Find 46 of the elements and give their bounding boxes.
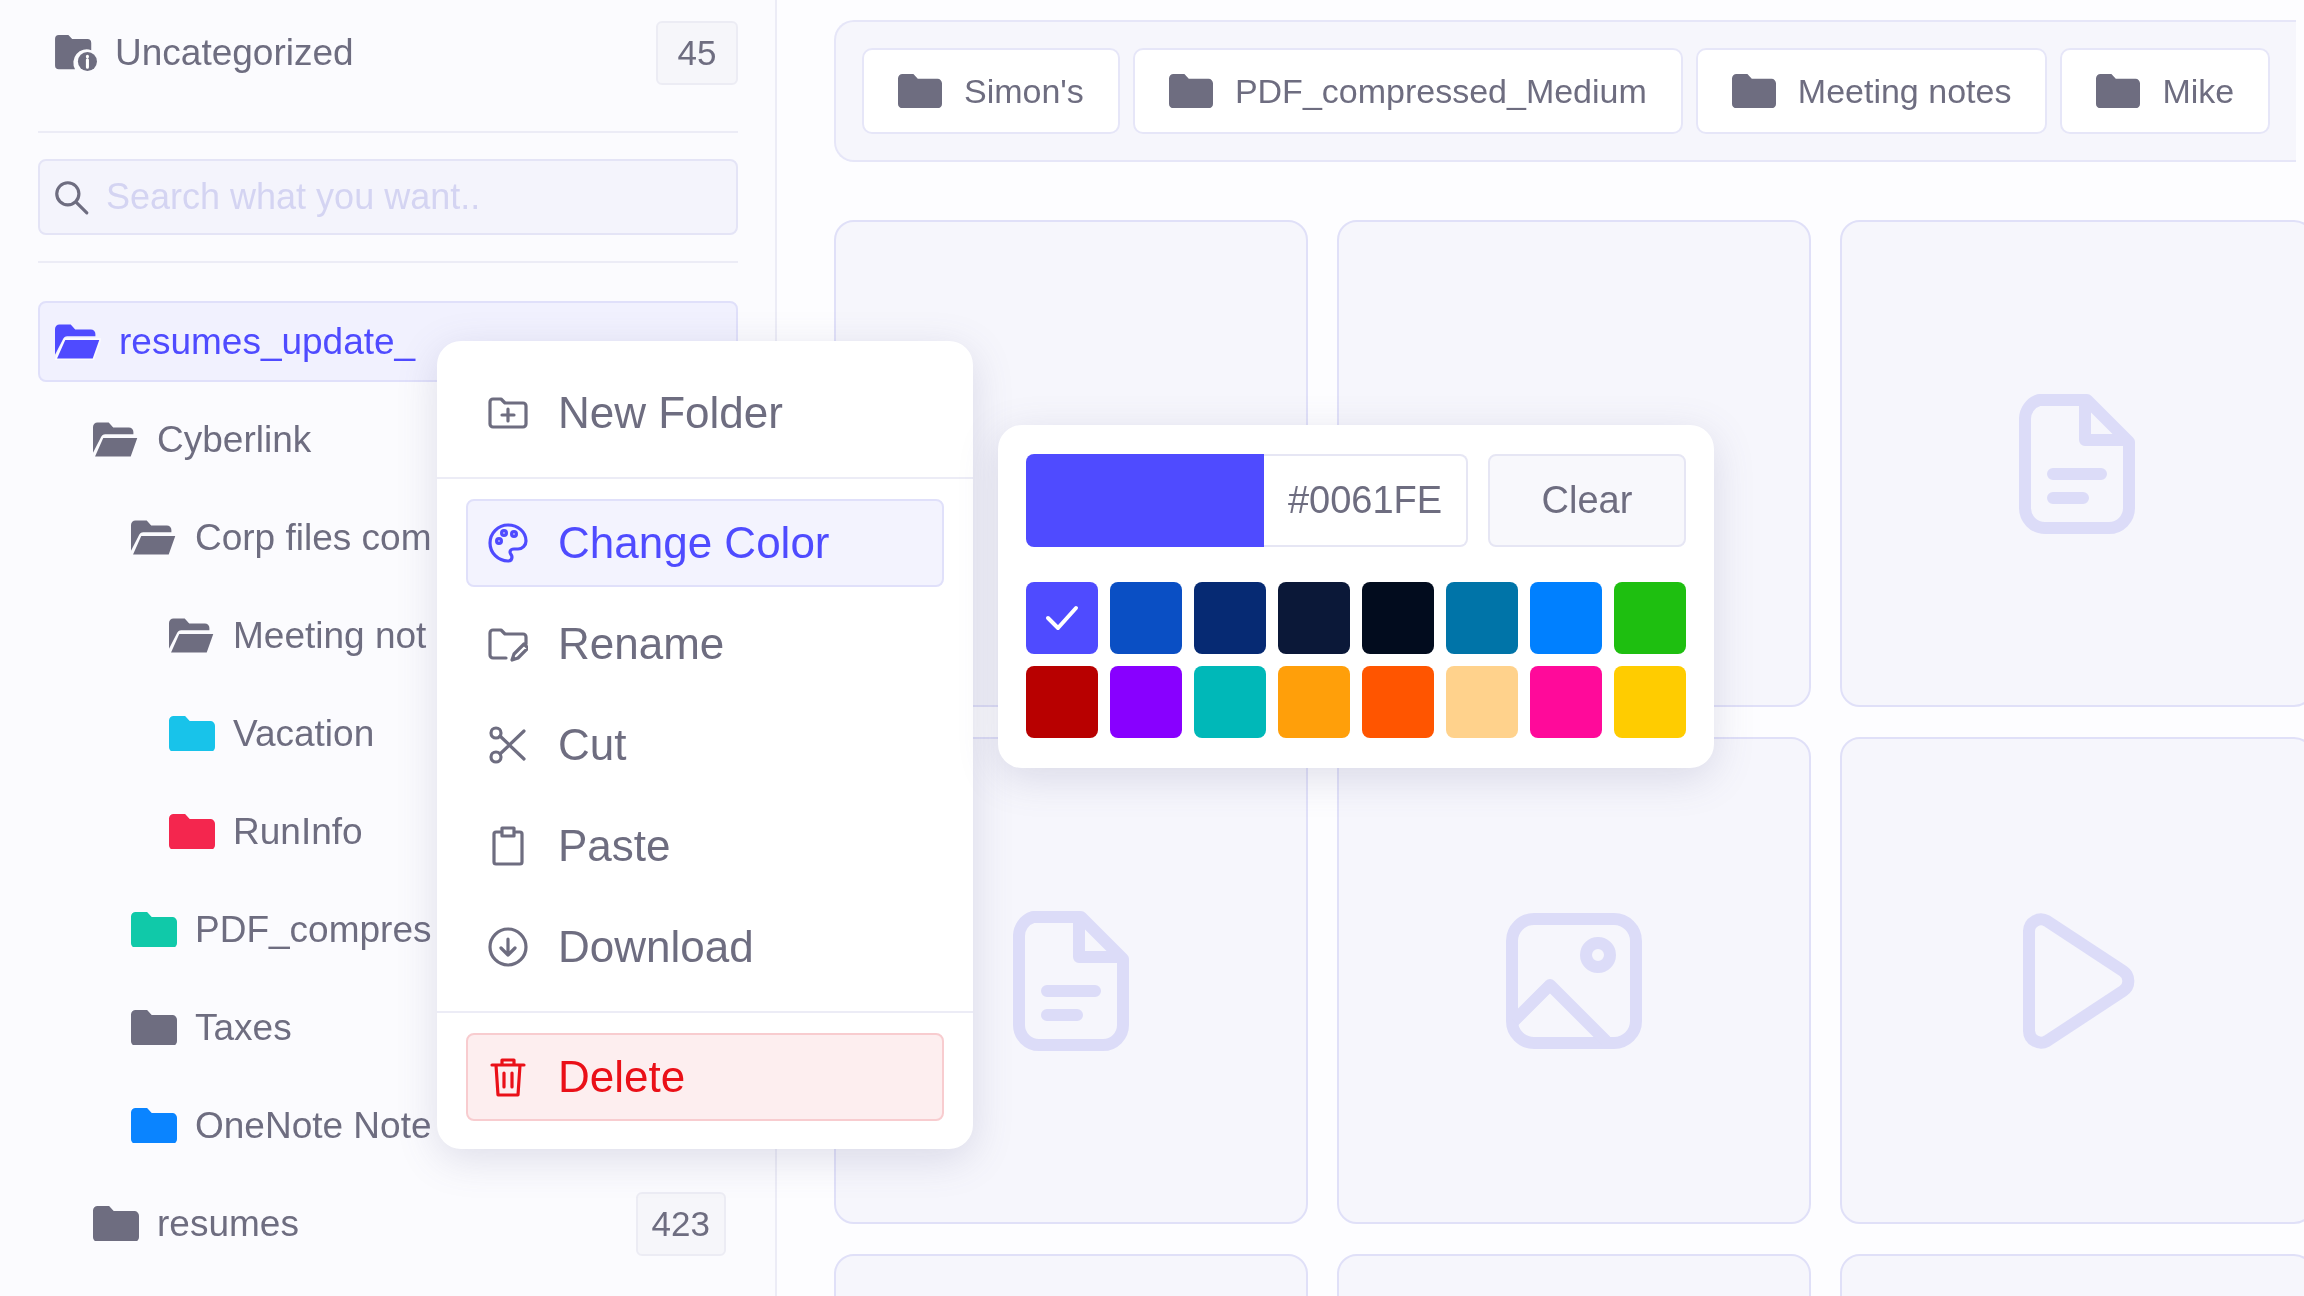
menu-item[interactable]: Download: [466, 903, 944, 991]
color-swatch[interactable]: [1194, 582, 1266, 654]
menu-item[interactable]: Change Color: [466, 499, 944, 587]
folder-tab[interactable]: Mike: [2060, 48, 2271, 134]
color-swatch[interactable]: [1362, 582, 1434, 654]
color-swatch[interactable]: [1278, 666, 1350, 738]
document-icon: [2019, 393, 2135, 534]
check-icon: [1045, 605, 1079, 631]
color-swatch[interactable]: [1026, 582, 1098, 654]
folder-tab[interactable]: Simon's: [862, 48, 1120, 134]
hex-field[interactable]: #0061FE: [1264, 454, 1468, 547]
color-swatch[interactable]: [1614, 666, 1686, 738]
color-swatch[interactable]: [1530, 666, 1602, 738]
folder-icon: [898, 73, 942, 109]
color-swatch[interactable]: [1614, 582, 1686, 654]
menu-item[interactable]: Cut: [466, 701, 944, 789]
color-swatch[interactable]: [1026, 666, 1098, 738]
folder-label[interactable]: Uncategorized: [115, 32, 656, 74]
tree-item[interactable]: resumes 423: [38, 1183, 738, 1264]
folder-icon: [1731, 73, 1776, 109]
item-count: 45: [656, 21, 738, 85]
color-swatch[interactable]: [1446, 582, 1518, 654]
folder-tab[interactable]: PDF_compressed_Medium: [1132, 48, 1683, 134]
color-swatch[interactable]: [1110, 666, 1182, 738]
palette-icon: [488, 523, 528, 563]
folder-icon: [1168, 73, 1213, 109]
color-swatch[interactable]: [1278, 582, 1350, 654]
clear-button[interactable]: Clear: [1488, 454, 1686, 547]
color-swatch[interactable]: [1110, 582, 1182, 654]
color-swatch[interactable]: [1446, 666, 1518, 738]
menu-item[interactable]: Paste: [466, 802, 944, 890]
menu-item[interactable]: Rename: [466, 600, 944, 688]
folder-icon: [2096, 73, 2141, 109]
folder-info-icon: [53, 33, 99, 73]
scissors-icon: [488, 725, 528, 765]
trash-icon: [488, 1057, 528, 1097]
image-icon: [1506, 912, 1642, 1049]
color-swatch[interactable]: [1194, 666, 1266, 738]
download-icon: [488, 927, 528, 967]
menu-item[interactable]: Delete: [466, 1033, 944, 1121]
color-swatch[interactable]: [1362, 666, 1434, 738]
color-swatch[interactable]: [1530, 582, 1602, 654]
item-count: 423: [635, 1191, 726, 1256]
document-icon: [1013, 910, 1129, 1051]
folder-tab[interactable]: Meeting notes: [1695, 48, 2048, 134]
search-icon: [52, 178, 90, 216]
